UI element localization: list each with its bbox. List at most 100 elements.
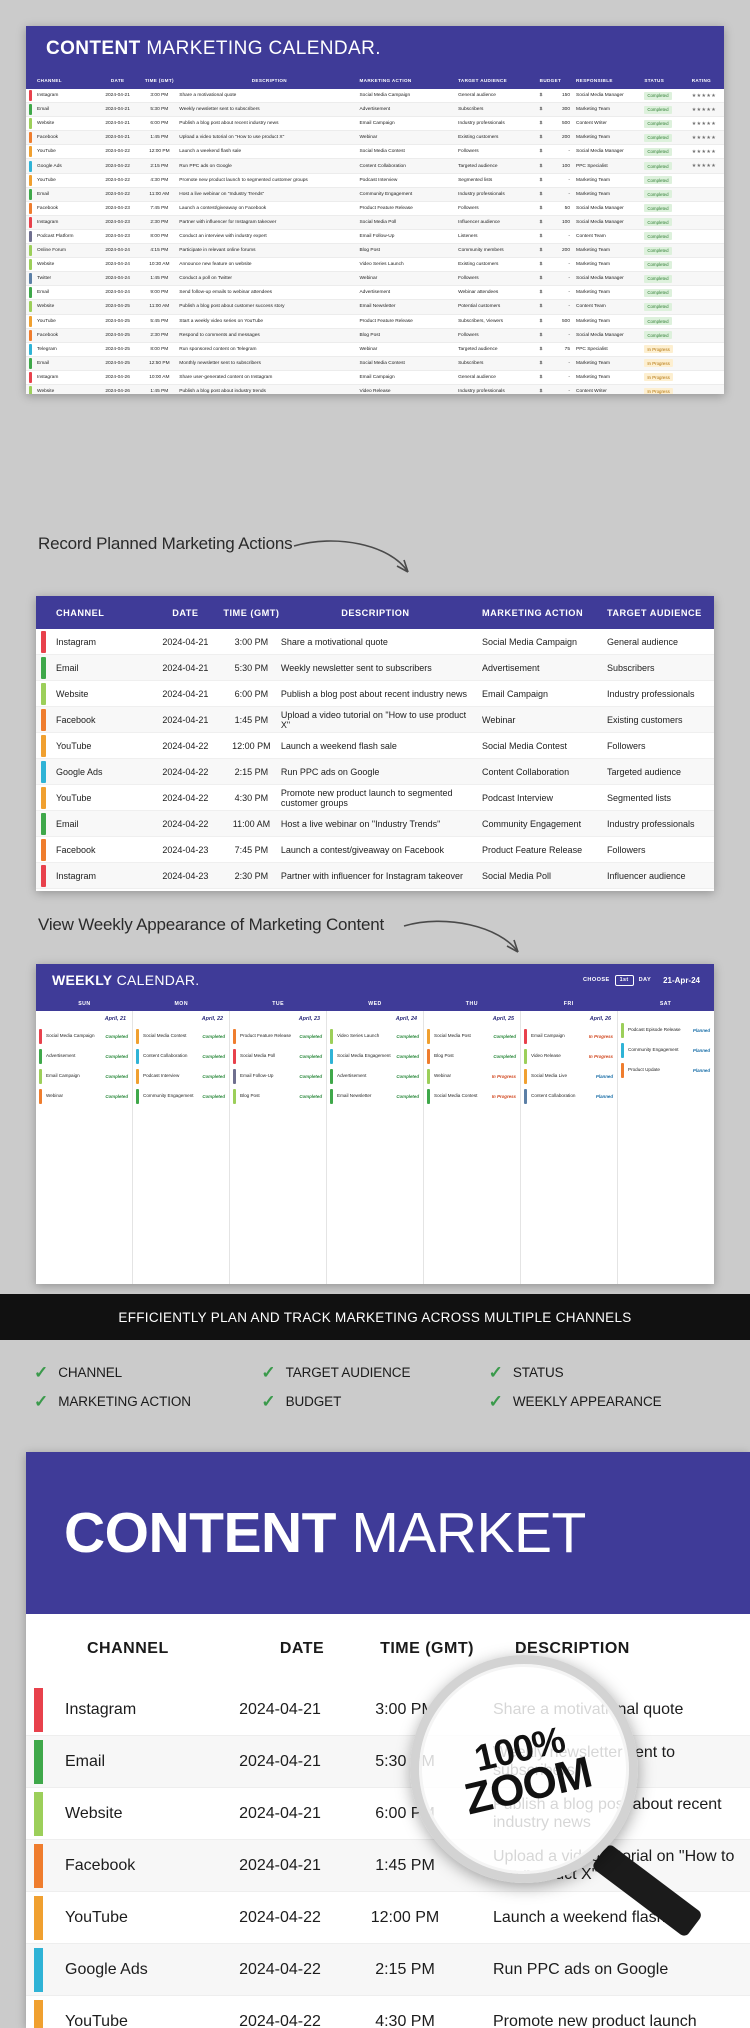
event-name: Webinar <box>46 1093 64 1099</box>
event-name: Social Media Campaign <box>46 1033 95 1039</box>
cell-channel: Telegram <box>37 346 57 352</box>
weekly-event[interactable]: Email Follow-Up Completed <box>230 1066 326 1086</box>
cell-budget: $ - <box>540 375 576 380</box>
cell-status: In Progress <box>644 373 691 382</box>
cell-responsible: PPC Specialist <box>576 163 608 169</box>
cell-responsible: Social Media Manager <box>576 93 624 99</box>
event-color-bar <box>136 1028 139 1044</box>
zcol-time: TIME (GMT) <box>223 607 280 618</box>
cell-time: 2:15 PM <box>375 1960 435 1978</box>
event-name: Social Media Poll <box>240 1053 276 1059</box>
weekly-event[interactable]: Video Release In Progress <box>521 1046 617 1066</box>
weekly-event[interactable]: Social Media Contest Completed <box>133 1026 229 1046</box>
cell-target-audience: Webinar attendees <box>458 290 499 296</box>
currency-symbol: $ <box>539 290 543 296</box>
rating-stars: ★★★★★ <box>691 92 717 99</box>
cell-channel: Instagram <box>56 870 97 881</box>
status-badge: Completed <box>644 331 672 340</box>
weekly-event[interactable]: Social Media Contest In Progress <box>424 1086 520 1106</box>
check-icon: ✓ <box>34 1392 49 1411</box>
weekly-event[interactable]: Social Media Post Completed <box>424 1026 520 1046</box>
weekly-event[interactable]: Social Media Engagement Completed <box>327 1046 423 1066</box>
weekly-event[interactable]: Community Engagement Completed <box>133 1086 229 1106</box>
weekly-event[interactable]: Webinar In Progress <box>424 1066 520 1086</box>
feature-label: CHANNEL <box>58 1365 123 1380</box>
weekly-event[interactable]: Email Campaign In Progress <box>521 1026 617 1046</box>
check-icon: ✓ <box>34 1363 49 1382</box>
currency-symbol: $ <box>539 205 543 211</box>
event-name: Community Engagement <box>628 1047 679 1053</box>
channel-color-bar <box>29 132 32 144</box>
weekly-event[interactable]: Webinar Completed <box>36 1086 132 1106</box>
channel-color-bar <box>29 146 32 158</box>
channel-color-bar <box>41 734 46 757</box>
weekly-event[interactable]: Content Collaboration Completed <box>133 1046 229 1066</box>
weekly-event[interactable]: Advertisement Completed <box>36 1046 132 1066</box>
weekly-event[interactable]: Content Collaboration Planned <box>521 1086 617 1106</box>
cell-status: In Progress <box>644 345 691 354</box>
weekly-event[interactable]: Social Media Poll Completed <box>230 1046 326 1066</box>
tagline-text: EFFICIENTLY PLAN AND TRACK MARKETING ACR… <box>118 1309 632 1325</box>
event-status: Completed <box>493 1033 516 1039</box>
cell-channel: Email <box>37 360 49 366</box>
cell-description: Launch a weekend flash sale <box>493 1908 700 1926</box>
day-word: DAY <box>638 977 652 983</box>
feature-label: STATUS <box>512 1365 564 1380</box>
cell-date: 2024-04-24 <box>105 290 130 296</box>
choose-day-control[interactable]: CHOOSE 1st DAY <box>583 974 652 986</box>
zoom-table-body: Instagram 2024-04-21 3:00 PM Share a motiva… <box>36 629 714 889</box>
cell-time: 8:00 PM <box>150 346 169 352</box>
cell-status: Completed <box>644 133 691 142</box>
weekly-event[interactable]: Community Engagement Planned <box>618 1040 714 1060</box>
event-name: Email Campaign <box>531 1033 565 1039</box>
cell-responsible: Social Media Manager <box>576 149 624 155</box>
weekly-event[interactable]: Blog Post Completed <box>230 1086 326 1106</box>
cell-channel: Email <box>37 107 49 113</box>
weekly-title-rest: CALENDAR. <box>112 972 200 988</box>
weekly-event[interactable]: Podcast Episode Release Planned <box>618 1020 714 1040</box>
cell-target-audience: Targeted audience <box>458 163 498 169</box>
cell-date: 2024-04-26 <box>105 389 130 394</box>
feature-row: ✓ TARGET AUDIENCE <box>261 1358 488 1387</box>
weekly-event[interactable]: Video Series Launch Completed <box>327 1026 423 1046</box>
table-row: Google Ads 2024-04-22 2:15 PM Run PPC ads o… <box>36 759 714 785</box>
cell-channel: Instagram <box>56 636 97 647</box>
rating-stars: ★★★★★ <box>691 120 717 127</box>
col-budget: BUDGET <box>539 78 562 83</box>
cell-target-audience: Followers <box>458 332 479 338</box>
cell-date: 2024-04-22 <box>105 149 130 155</box>
cell-time: 2:30 PM <box>150 219 169 225</box>
table-row: YouTube 2024-04-22 4:30 PM Promote new prod… <box>26 1996 750 2028</box>
table-row: Instagram 2024-04-23 2:30 PM Partner with i… <box>36 863 714 889</box>
weekly-event[interactable]: Podcast Interview Completed <box>133 1066 229 1086</box>
weekly-event[interactable]: Product Update Planned <box>618 1060 714 1080</box>
event-color-bar <box>136 1088 139 1104</box>
cell-budget: $ - <box>540 304 576 309</box>
status-badge: Completed <box>644 232 672 241</box>
weekly-event[interactable]: Advertisement Completed <box>327 1066 423 1086</box>
event-color-bar <box>524 1048 527 1064</box>
cell-date: 2024-04-22 <box>162 818 209 829</box>
weekly-event[interactable]: Blog Post Completed <box>424 1046 520 1066</box>
table-row: Facebook 2024-04-23 7:45 PM Launch a contes… <box>36 837 714 863</box>
channel-color-bar <box>34 1791 43 1836</box>
status-badge: Completed <box>644 274 672 283</box>
weekly-event[interactable]: Email Campaign Completed <box>36 1066 132 1086</box>
weekly-event[interactable]: Product Feature Release Completed <box>230 1026 326 1046</box>
cell-channel: Website <box>65 1804 123 1822</box>
currency-symbol: $ <box>539 191 543 197</box>
cell-time: 4:30 PM <box>234 792 269 803</box>
weekly-event[interactable]: Email Newsletter Completed <box>327 1086 423 1106</box>
weekly-day-column: April, 26 Email Campaign In Progress Video … <box>521 1011 618 1284</box>
cell-channel: YouTube <box>37 318 56 324</box>
status-badge: In Progress <box>644 345 673 354</box>
master-title-rest: MARKETING CALENDAR. <box>140 38 381 59</box>
day-select[interactable]: 1st <box>614 974 634 986</box>
weekly-event[interactable]: Social Media Live Planned <box>521 1066 617 1086</box>
table-row: Website 2024-04-21 6:00 PM Publish a blog p… <box>36 681 714 707</box>
currency-symbol: $ <box>539 233 543 239</box>
arrow-record-icon <box>293 540 409 573</box>
cell-marketing-action: Social Media Contest <box>359 360 405 366</box>
weekly-event[interactable]: Social Media Campaign Completed <box>36 1026 132 1046</box>
event-color-bar <box>621 1062 624 1078</box>
